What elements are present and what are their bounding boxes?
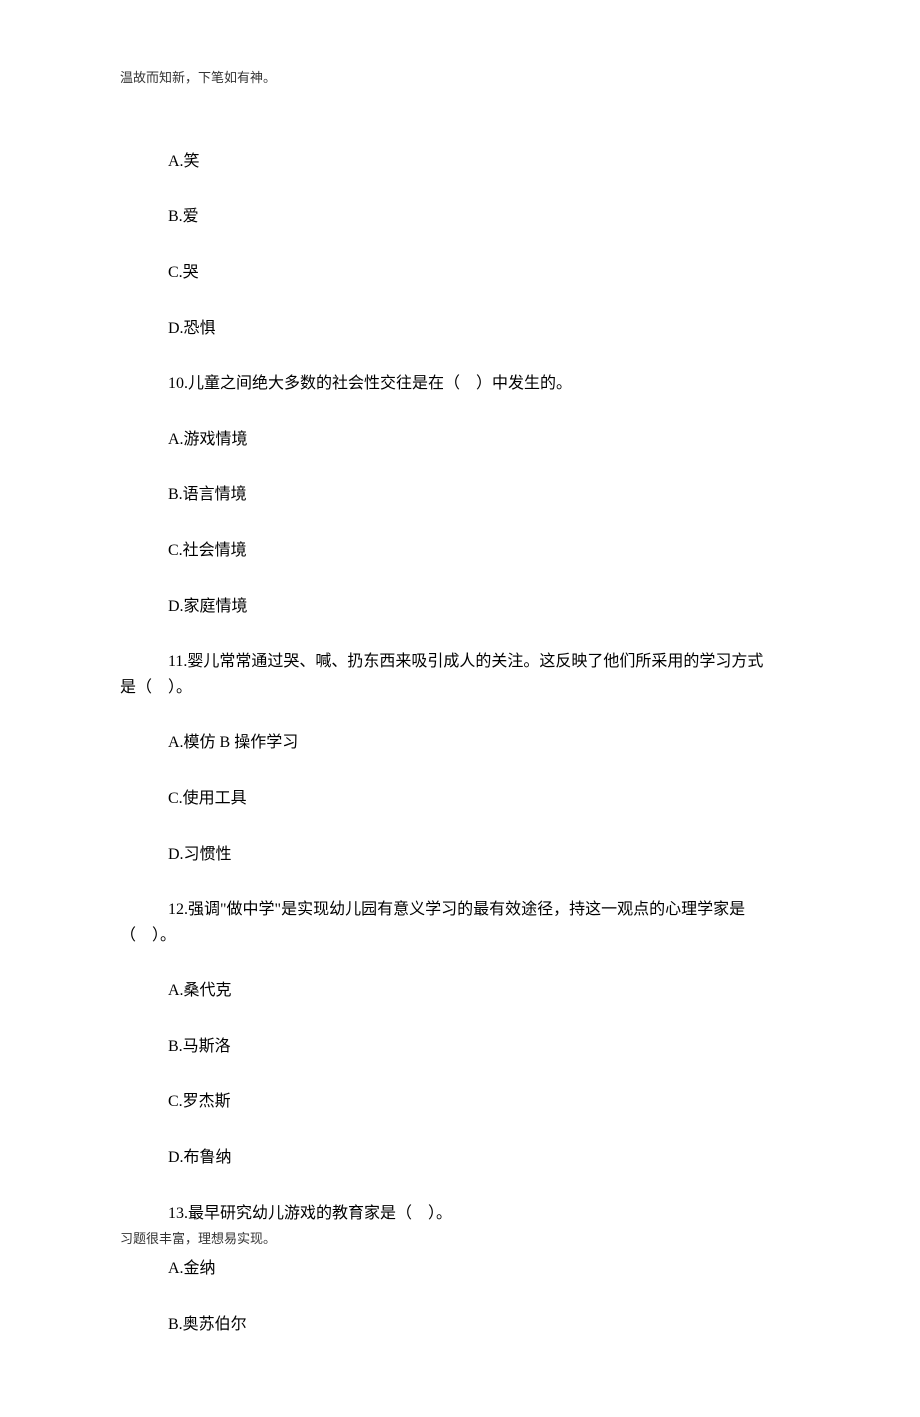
footer-note: 习题很丰富，理想易实现。 <box>120 1229 276 1250</box>
q12-option-b: B.马斯洛 <box>120 1034 800 1060</box>
option-c: C.哭 <box>120 260 800 286</box>
q11-line1: 11.婴儿常常通过哭、喊、扔东西来吸引成人的关注。这反映了他们所采用的学习方式 <box>120 649 800 675</box>
question-10: 10.儿童之间绝大多数的社会性交往是在（ ）中发生的。 <box>120 371 800 397</box>
question-13: 13.最早研究幼儿游戏的教育家是（ ）。 <box>120 1201 800 1227</box>
q11-option-c: C.使用工具 <box>120 786 800 812</box>
q11-option-d: D.习惯性 <box>120 842 800 868</box>
q12-option-a: A.桑代克 <box>120 978 800 1004</box>
q11-line2: 是（ ）。 <box>120 675 800 701</box>
q10-option-c: C.社会情境 <box>120 538 800 564</box>
q12-option-d: D.布鲁纳 <box>120 1145 800 1171</box>
q10-option-b: B.语言情境 <box>120 482 800 508</box>
q10-option-d: D.家庭情境 <box>120 594 800 620</box>
question-12: 12.强调"做中学"是实现幼儿园有意义学习的最有效途径，持这一观点的心理学家是 … <box>120 897 800 948</box>
question-11: 11.婴儿常常通过哭、喊、扔东西来吸引成人的关注。这反映了他们所采用的学习方式 … <box>120 649 800 700</box>
q13-option-a: A.金纳 <box>120 1256 800 1282</box>
q12-line1: 12.强调"做中学"是实现幼儿园有意义学习的最有效途径，持这一观点的心理学家是 <box>120 897 800 923</box>
option-a: A.笑 <box>120 149 800 175</box>
header-note: 温故而知新，下笔如有神。 <box>120 68 800 89</box>
q13-option-b: B.奥苏伯尔 <box>120 1312 800 1338</box>
q12-line2: （ ）。 <box>120 923 800 949</box>
q10-option-a: A.游戏情境 <box>120 427 800 453</box>
q12-option-c: C.罗杰斯 <box>120 1089 800 1115</box>
option-d: D.恐惧 <box>120 316 800 342</box>
page-content: 温故而知新，下笔如有神。 A.笑 B.爱 C.哭 D.恐惧 10.儿童之间绝大多… <box>0 0 920 1417</box>
q11-option-ab: A.模仿 B 操作学习 <box>120 730 800 756</box>
option-b: B.爱 <box>120 204 800 230</box>
